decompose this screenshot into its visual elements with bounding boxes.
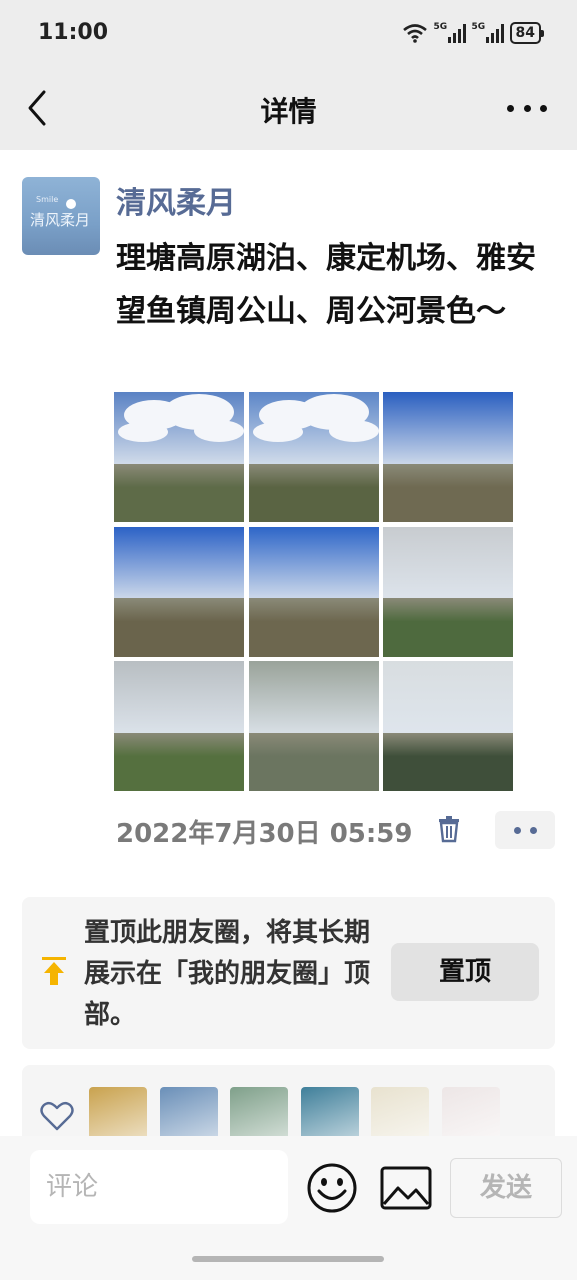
post-time: 2022年7月30日 05:59 xyxy=(116,819,413,849)
author-avatar[interactable]: Smile 清风柔月 xyxy=(22,177,100,255)
pin-description: 置顶此朋友圈，将其长期展示在「我的朋友圈」顶部。 xyxy=(84,918,371,1030)
back-button[interactable] xyxy=(24,88,64,128)
wifi-icon xyxy=(402,24,427,43)
comment-composer: 评论 发送 xyxy=(0,1136,577,1280)
liker-avatar-2[interactable] xyxy=(159,1087,218,1136)
photo-plateau-clouds-1[interactable] xyxy=(114,392,244,522)
pin-button[interactable]: 置顶 xyxy=(391,943,539,1001)
liker-avatar-1[interactable] xyxy=(89,1087,147,1136)
status-bar: 11:00 5G 5G 84 xyxy=(0,0,577,70)
photo-plateau-clouds-2[interactable] xyxy=(248,392,379,522)
status-icons: 5G 5G 84 xyxy=(402,22,545,44)
delete-button[interactable] xyxy=(438,815,460,843)
send-button[interactable]: 发送 xyxy=(450,1158,562,1218)
author-name[interactable]: 清风柔月 xyxy=(116,178,236,222)
heart-icon xyxy=(40,1101,74,1131)
nav-bar: 详情 xyxy=(0,70,577,150)
liker-avatar-3[interactable] xyxy=(230,1087,288,1136)
page-title: 详情 xyxy=(260,95,317,128)
chevron-left-icon xyxy=(28,90,46,126)
trash-icon xyxy=(439,816,459,843)
photo-grid xyxy=(114,392,514,792)
cell-signal-icon: 5G xyxy=(472,22,504,43)
photo-misty-lake[interactable] xyxy=(248,661,379,791)
photo-misty-forest-1[interactable] xyxy=(383,526,513,657)
emoji-icon xyxy=(307,1163,357,1213)
image-icon xyxy=(380,1166,432,1210)
home-indicator[interactable] xyxy=(192,1256,384,1262)
post-text: 理塘高原湖泊、康定机场、雅安望鱼镇周公山、周公河景色～ xyxy=(116,241,536,329)
liker-avatar-4[interactable] xyxy=(300,1087,359,1136)
photo-mountain-village[interactable] xyxy=(383,661,513,791)
pin-top-icon xyxy=(42,957,66,985)
emoji-button[interactable] xyxy=(306,1162,358,1214)
pin-card: 置顶此朋友圈，将其长期展示在「我的朋友圈」顶部。 置顶 xyxy=(22,897,555,1049)
photo-misty-forest-2[interactable] xyxy=(114,661,244,791)
liker-avatar-6[interactable] xyxy=(441,1087,500,1136)
comment-input[interactable]: 评论 xyxy=(30,1150,288,1224)
photo-plateau-blue-sky-2[interactable] xyxy=(114,526,244,657)
liker-avatar-5[interactable] xyxy=(371,1087,429,1136)
battery-icon: 84 xyxy=(509,22,545,44)
cell-signal-icon: 5G xyxy=(434,22,466,43)
image-button[interactable] xyxy=(380,1166,432,1210)
likes-card xyxy=(22,1065,555,1136)
more-button[interactable] xyxy=(507,96,547,120)
more-icon xyxy=(507,104,514,112)
status-time: 11:00 xyxy=(38,20,109,45)
photo-plateau-blue-sky-3[interactable] xyxy=(248,526,379,657)
dots-icon xyxy=(513,826,521,834)
comment-like-toggle[interactable] xyxy=(495,811,555,849)
photo-plateau-blue-sky-1[interactable] xyxy=(383,392,513,522)
